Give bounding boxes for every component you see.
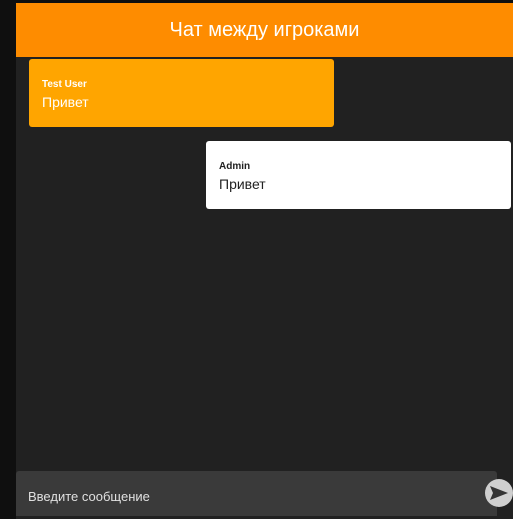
message-bubble-outgoing: Admin Привет bbox=[206, 141, 511, 209]
message-author: Admin bbox=[219, 161, 251, 172]
send-icon bbox=[490, 486, 508, 500]
message-text: Привет bbox=[42, 94, 89, 110]
chat-title: Чат между игроками bbox=[169, 18, 360, 41]
chat-window: Чат между игроками Test User Привет Admi… bbox=[16, 3, 513, 519]
message-composer bbox=[16, 471, 497, 516]
message-author: Test User bbox=[42, 79, 87, 90]
message-input[interactable] bbox=[26, 482, 487, 505]
message-text: Привет bbox=[219, 176, 266, 192]
chat-header: Чат между игроками bbox=[16, 3, 513, 57]
message-list[interactable]: Test User Привет Admin Привет bbox=[16, 57, 513, 469]
message-bubble-incoming: Test User Привет bbox=[29, 59, 334, 127]
send-button[interactable] bbox=[485, 479, 513, 507]
